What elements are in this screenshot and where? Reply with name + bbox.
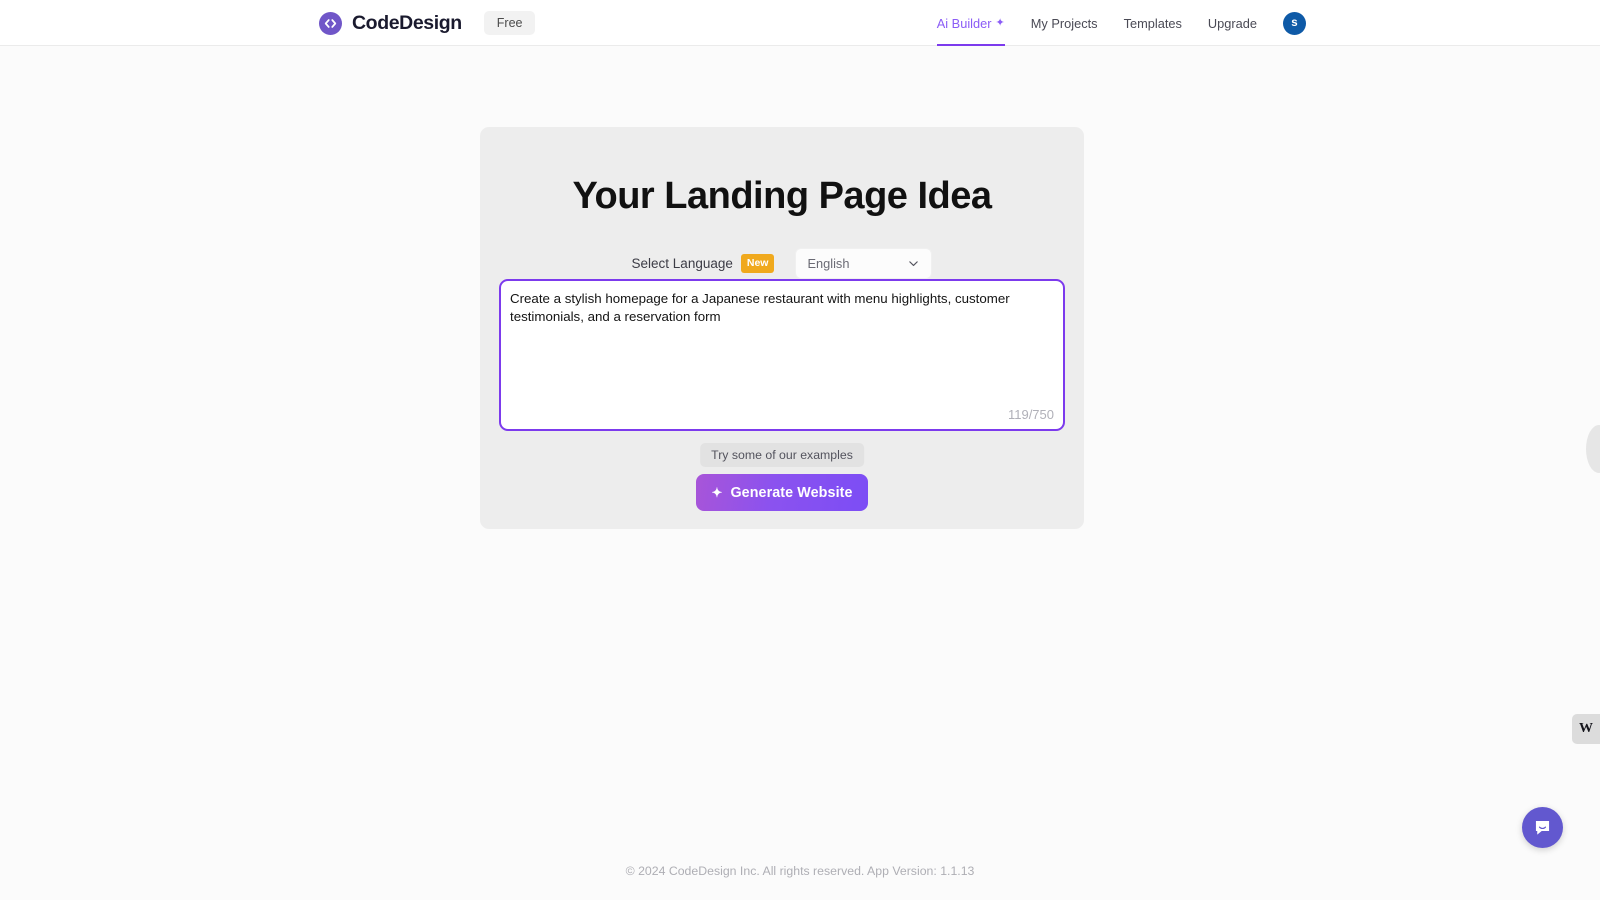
nav-item-label: My Projects xyxy=(1030,15,1098,31)
char-counter: 119/750 xyxy=(1007,407,1054,422)
footer-text: © 2024 CodeDesign Inc. All rights reserv… xyxy=(625,864,975,878)
app-header: CodeDesign Free Ai Builder ✦ My Projects… xyxy=(0,0,1600,46)
code-brackets-icon xyxy=(319,11,342,35)
ai-builder-card: Your Landing Page Idea Select Language N… xyxy=(480,127,1084,529)
nav-item-ai-builder[interactable]: Ai Builder ✦ xyxy=(936,0,1005,46)
language-select[interactable]: English xyxy=(795,248,933,279)
language-label: Select Language xyxy=(631,256,733,271)
new-badge: New xyxy=(740,254,775,273)
nav-item-label: Templates xyxy=(1123,15,1182,31)
plan-badge[interactable]: Free xyxy=(483,11,536,35)
sparkle-icon: ✦ xyxy=(711,485,723,500)
generate-website-label: Generate Website xyxy=(730,484,853,501)
language-row: Select Language New English xyxy=(480,248,1084,279)
prompt-input[interactable] xyxy=(510,290,1051,400)
side-tab-label: W xyxy=(1579,721,1593,736)
nav-item-my-projects[interactable]: My Projects xyxy=(1031,0,1098,46)
prompt-field-wrapper: 119/750 xyxy=(499,279,1065,431)
avatar[interactable]: s xyxy=(1283,11,1306,35)
page-title: Your Landing Page Idea xyxy=(572,175,992,217)
language-select-value: English xyxy=(807,256,850,271)
chat-bubble-icon[interactable] xyxy=(1522,807,1563,848)
generate-website-button[interactable]: ✦ Generate Website xyxy=(696,474,868,511)
brand-name: CodeDesign xyxy=(352,11,462,34)
brand-block[interactable]: CodeDesign Free xyxy=(319,0,536,46)
sparkle-icon: ✦ xyxy=(995,16,1005,29)
nav-item-label: Ai Builder xyxy=(936,15,992,31)
nav-item-templates[interactable]: Templates xyxy=(1124,0,1182,46)
nav-item-upgrade[interactable]: Upgrade xyxy=(1208,0,1257,46)
try-examples-button[interactable]: Try some of our examples xyxy=(700,443,864,467)
nav-item-label: Upgrade xyxy=(1207,15,1257,31)
chevron-down-icon xyxy=(907,257,920,270)
edge-drag-handle[interactable] xyxy=(1586,425,1600,473)
side-tab-widget[interactable]: W xyxy=(1572,714,1600,744)
main-nav: Ai Builder ✦ My Projects Templates Upgra… xyxy=(936,0,1306,46)
